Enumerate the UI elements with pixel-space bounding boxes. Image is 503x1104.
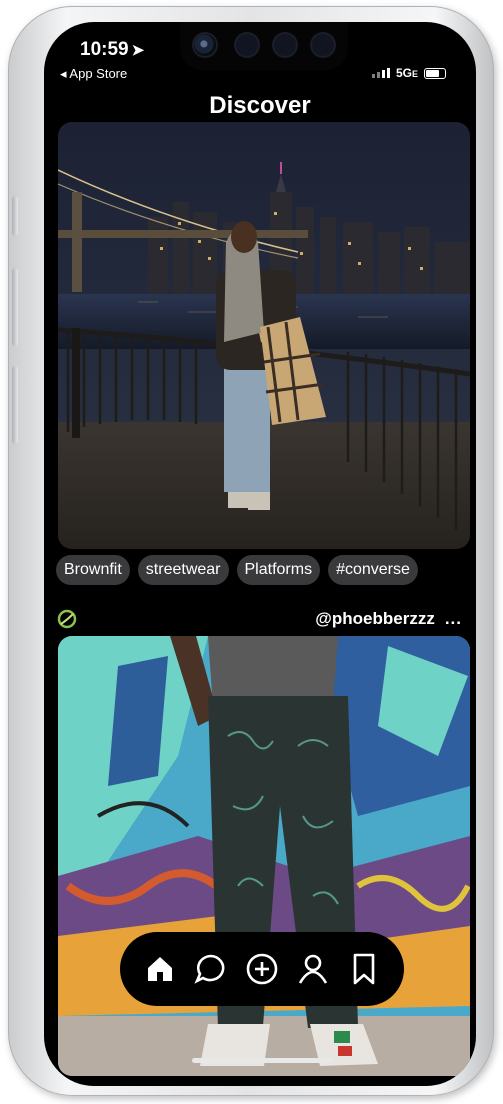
chat-icon xyxy=(194,954,225,984)
post-1-tags: Brownfit streetwear Platforms #converse xyxy=(56,555,418,585)
volume-down-button xyxy=(12,366,18,444)
tab-saved[interactable] xyxy=(343,948,385,990)
back-to-app-store-link[interactable]: ◂ App Store xyxy=(60,66,127,82)
brand-logo-icon[interactable] xyxy=(56,608,78,630)
notch xyxy=(180,22,348,70)
tag-chip[interactable]: #converse xyxy=(328,555,418,585)
app-screen: 10:59 ➤ ◂ App Store 5GE Discover Brownfi… xyxy=(44,22,476,1086)
signal-icon xyxy=(371,68,390,78)
more-options-button[interactable]: ... xyxy=(445,609,462,629)
front-camera-icon xyxy=(194,34,216,56)
home-icon xyxy=(147,957,172,981)
night-city-image xyxy=(58,122,470,549)
tab-create[interactable] xyxy=(241,948,283,990)
post-2-user: @phoebberzzz ... xyxy=(315,609,462,629)
tab-profile[interactable] xyxy=(292,948,334,990)
post-2-header: @phoebberzzz ... xyxy=(56,608,462,630)
username-link[interactable]: @phoebberzzz xyxy=(315,609,435,629)
add-icon xyxy=(246,953,278,985)
bookmark-icon xyxy=(354,953,375,985)
tab-home[interactable] xyxy=(139,948,181,990)
profile-icon xyxy=(299,954,328,984)
network-type: 5GE xyxy=(395,66,418,80)
status-indicators: 5GE xyxy=(371,66,446,80)
sensor-icon xyxy=(236,34,258,56)
tag-chip[interactable]: streetwear xyxy=(137,555,229,585)
sensor-icon xyxy=(274,34,296,56)
tab-messages[interactable] xyxy=(190,948,232,990)
home-indicator[interactable] xyxy=(192,1058,332,1063)
volume-up-button xyxy=(12,268,18,346)
graffiti-wall-image xyxy=(58,636,470,1076)
tag-chip[interactable]: Platforms xyxy=(236,555,321,585)
tag-chip[interactable]: Brownfit xyxy=(56,555,130,585)
mute-switch xyxy=(12,196,18,236)
sensor-icon xyxy=(312,34,334,56)
location-arrow-icon: ➤ xyxy=(131,42,145,59)
battery-icon xyxy=(424,67,446,79)
bottom-tab-bar xyxy=(120,932,404,1006)
post-2-photo[interactable] xyxy=(58,636,470,1076)
page-title: Discover xyxy=(209,92,311,119)
status-time-text: 10:59 xyxy=(80,39,129,60)
status-time: 10:59 ➤ xyxy=(80,39,144,61)
post-1-photo[interactable] xyxy=(58,122,470,549)
